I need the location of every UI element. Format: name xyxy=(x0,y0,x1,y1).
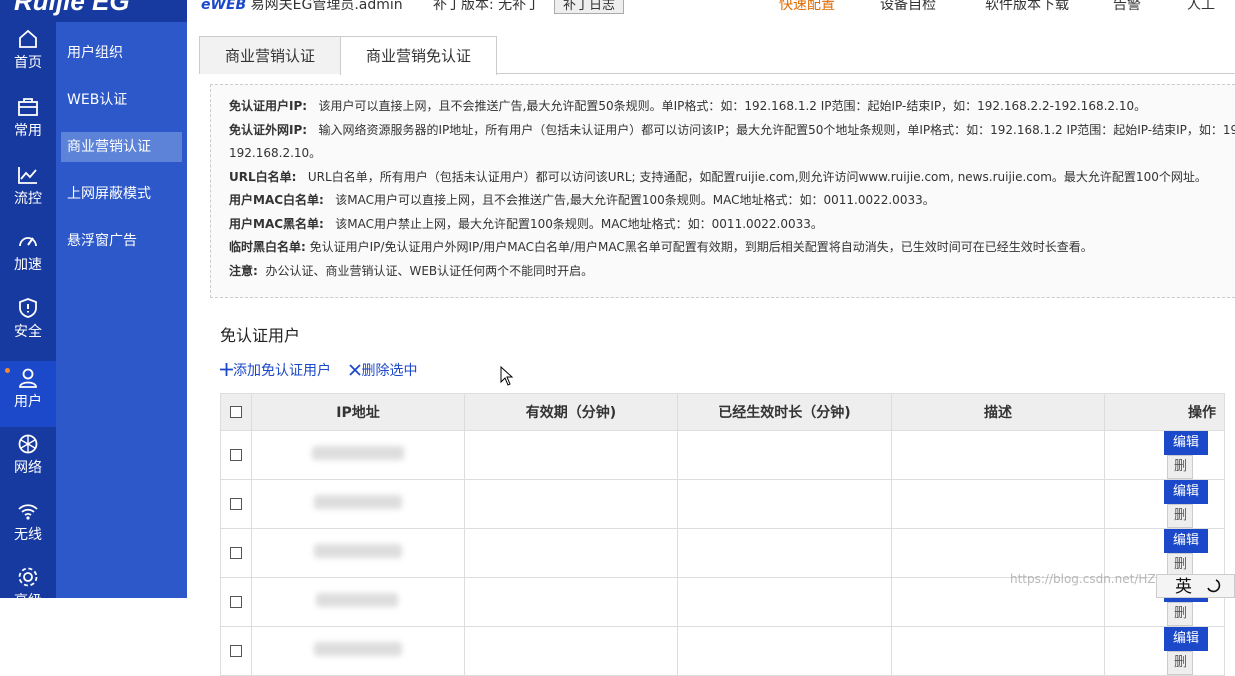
tab-marketing-auth[interactable]: 商业营销认证 xyxy=(199,36,341,74)
home-icon xyxy=(19,29,37,48)
table-row: 编辑删 xyxy=(220,430,1225,480)
main-content: 商业营销认证 商业营销免认证 免认证用户IP: 该用户可以直接上网，且不会推送广… xyxy=(187,22,1235,676)
table-toolbar: 添加免认证用户 删除选中 xyxy=(220,360,431,380)
top-bar: eWEB 易网关EG管理员.admin 补丁版本: 无补丁 补丁日志 快速配置 … xyxy=(187,0,1235,22)
masked-ip xyxy=(316,593,398,607)
self-check-link[interactable]: 设备自检 xyxy=(880,0,936,14)
table-header-row: IP地址 有效期（分钟) 已经生效时长（分钟) 描述 操作 xyxy=(220,393,1225,431)
patch-version-label: 补丁版本: 无补丁 xyxy=(433,0,541,13)
briefcase-icon xyxy=(18,98,38,116)
section-title: 免认证用户 xyxy=(220,326,301,345)
edit-button[interactable]: 编辑 xyxy=(1164,529,1208,553)
user-link[interactable]: 人工 xyxy=(1187,0,1215,14)
col-ip: IP地址 xyxy=(251,393,465,431)
patch-log-button[interactable]: 补丁日志 xyxy=(554,0,624,14)
edit-button[interactable]: 编辑 xyxy=(1164,480,1208,504)
rail-item-wireless[interactable]: 无线 xyxy=(0,494,56,560)
rail-label: 用户 xyxy=(14,394,42,410)
row-checkbox[interactable] xyxy=(230,449,242,461)
subnav-item-float-ad[interactable]: 悬浮窗广告 xyxy=(61,226,182,256)
notification-dot xyxy=(5,368,10,373)
speedometer-icon xyxy=(19,237,37,247)
edit-button[interactable]: 编辑 xyxy=(1164,627,1208,651)
notice-line: 免认证用户IP: 该用户可以直接上网，且不会推送广告,最大允许配置50条规则。单… xyxy=(229,99,1147,113)
edit-button[interactable]: 编辑 xyxy=(1164,431,1208,455)
close-icon xyxy=(349,364,362,376)
rail-item-flow[interactable]: 流控 xyxy=(0,158,56,224)
table-row: 编辑删 xyxy=(220,479,1225,529)
wifi-icon xyxy=(18,504,38,520)
row-checkbox[interactable] xyxy=(230,547,242,559)
rail-item-security[interactable]: 安全 xyxy=(0,291,56,357)
exempt-user-table: IP地址 有效期（分钟) 已经生效时长（分钟) 描述 操作 编辑删 编辑删 编辑… xyxy=(220,393,1225,676)
subnav-item-user-org[interactable]: 用户组织 xyxy=(61,38,182,68)
select-all-checkbox[interactable] xyxy=(230,406,242,418)
delete-button[interactable]: 删 xyxy=(1167,504,1193,528)
masked-ip xyxy=(314,642,402,656)
rail-item-network[interactable]: 网络 xyxy=(0,427,56,493)
rail-label: 首页 xyxy=(14,55,42,71)
rail-label: 安全 xyxy=(14,324,42,340)
delete-button[interactable]: 删 xyxy=(1167,651,1193,675)
download-link[interactable]: 软件版本下载 xyxy=(985,0,1069,14)
moon-icon xyxy=(1207,579,1221,593)
notice-line: 用户MAC白名单: 该MAC用户可以直接上网，且不会推送广告,最大允许配置100… xyxy=(229,193,935,207)
rail-label: 无线 xyxy=(14,527,42,543)
notice-line: 用户MAC黑名单: 该MAC用户禁止上网，最大允许配置100条规则。MAC地址格… xyxy=(229,216,823,231)
gear-icon xyxy=(18,567,38,587)
tab-marketing-exempt[interactable]: 商业营销免认证 xyxy=(340,36,497,75)
shield-icon xyxy=(19,298,37,318)
col-elapsed: 已经生效时长（分钟) xyxy=(677,393,892,431)
rail-item-home[interactable]: 首页 xyxy=(0,22,56,88)
col-actions: 操作 xyxy=(1104,393,1225,431)
col-validity: 有效期（分钟) xyxy=(464,393,678,431)
subnav-item-marketing-auth[interactable]: 商业营销认证 xyxy=(61,132,182,162)
notice-line: 临时黑白名单: 免认证用户IP/免认证用户外网IP/用户MAC白名单/用户MAC… xyxy=(229,240,1093,254)
quick-config-link[interactable]: 快速配置 xyxy=(779,0,835,14)
subnav-item-block-mode[interactable]: 上网屏蔽模式 xyxy=(61,179,182,209)
rail-item-user[interactable]: 用户 xyxy=(0,361,56,427)
rail-label: 流控 xyxy=(14,191,42,207)
alarm-link[interactable]: 告警 xyxy=(1113,0,1141,14)
sub-navigation: 用户组织 WEB认证 商业营销认证 上网屏蔽模式 悬浮窗广告 xyxy=(56,22,187,598)
row-checkbox[interactable] xyxy=(230,645,242,657)
rail-label: 高级 xyxy=(14,593,42,609)
rail-item-advanced[interactable]: 高级 xyxy=(0,560,56,626)
notice-line: 免认证外网IP: 输入网络资源服务器的IP地址，所有用户（包括未认证用户）都可以… xyxy=(229,122,1235,137)
row-checkbox[interactable] xyxy=(230,498,242,510)
notice-line: 注意: 办公认证、商业营销认证、WEB认证任何两个不能同时开启。 xyxy=(229,263,594,278)
delete-button[interactable]: 删 xyxy=(1167,455,1193,479)
plus-icon xyxy=(220,363,233,376)
add-exempt-user-button[interactable]: 添加免认证用户 xyxy=(220,360,331,380)
masked-ip xyxy=(312,446,404,460)
notice-line: URL白名单: URL白名单，所有用户（包括未认证用户）都可以访问该URL; 支… xyxy=(229,169,1207,184)
masked-ip xyxy=(314,495,402,509)
select-all-header xyxy=(220,393,252,431)
notice-box: 免认证用户IP: 该用户可以直接上网，且不会推送广告,最大允许配置50条规则。单… xyxy=(210,84,1235,298)
eweb-admin-label: eWEB 易网关EG管理员.admin xyxy=(201,0,403,13)
table-row: 编辑删 xyxy=(220,528,1225,578)
globe-icon xyxy=(18,434,38,454)
subnav-item-web-auth[interactable]: WEB认证 xyxy=(61,85,182,115)
rail-label: 常用 xyxy=(14,123,42,139)
rail-item-speed[interactable]: 加速 xyxy=(0,224,56,290)
ime-indicator[interactable]: 英 xyxy=(1156,574,1235,598)
rail-item-common[interactable]: 常用 xyxy=(0,90,56,156)
rail-label: 加速 xyxy=(14,257,42,273)
trend-icon xyxy=(18,167,37,184)
table-row: 编辑删 xyxy=(220,626,1225,676)
delete-button[interactable]: 删 xyxy=(1167,602,1193,626)
mouse-cursor-icon xyxy=(500,366,514,386)
notice-line: 192.168.2.10。 xyxy=(229,146,322,160)
logo: Ruijie EG xyxy=(0,0,187,22)
user-icon xyxy=(19,368,37,388)
rail-label: 网络 xyxy=(14,460,42,476)
col-description: 描述 xyxy=(891,393,1105,431)
masked-ip xyxy=(314,544,402,558)
delete-selected-button[interactable]: 删除选中 xyxy=(349,360,417,380)
tab-bar: 商业营销认证 商业营销免认证 xyxy=(199,36,1235,75)
